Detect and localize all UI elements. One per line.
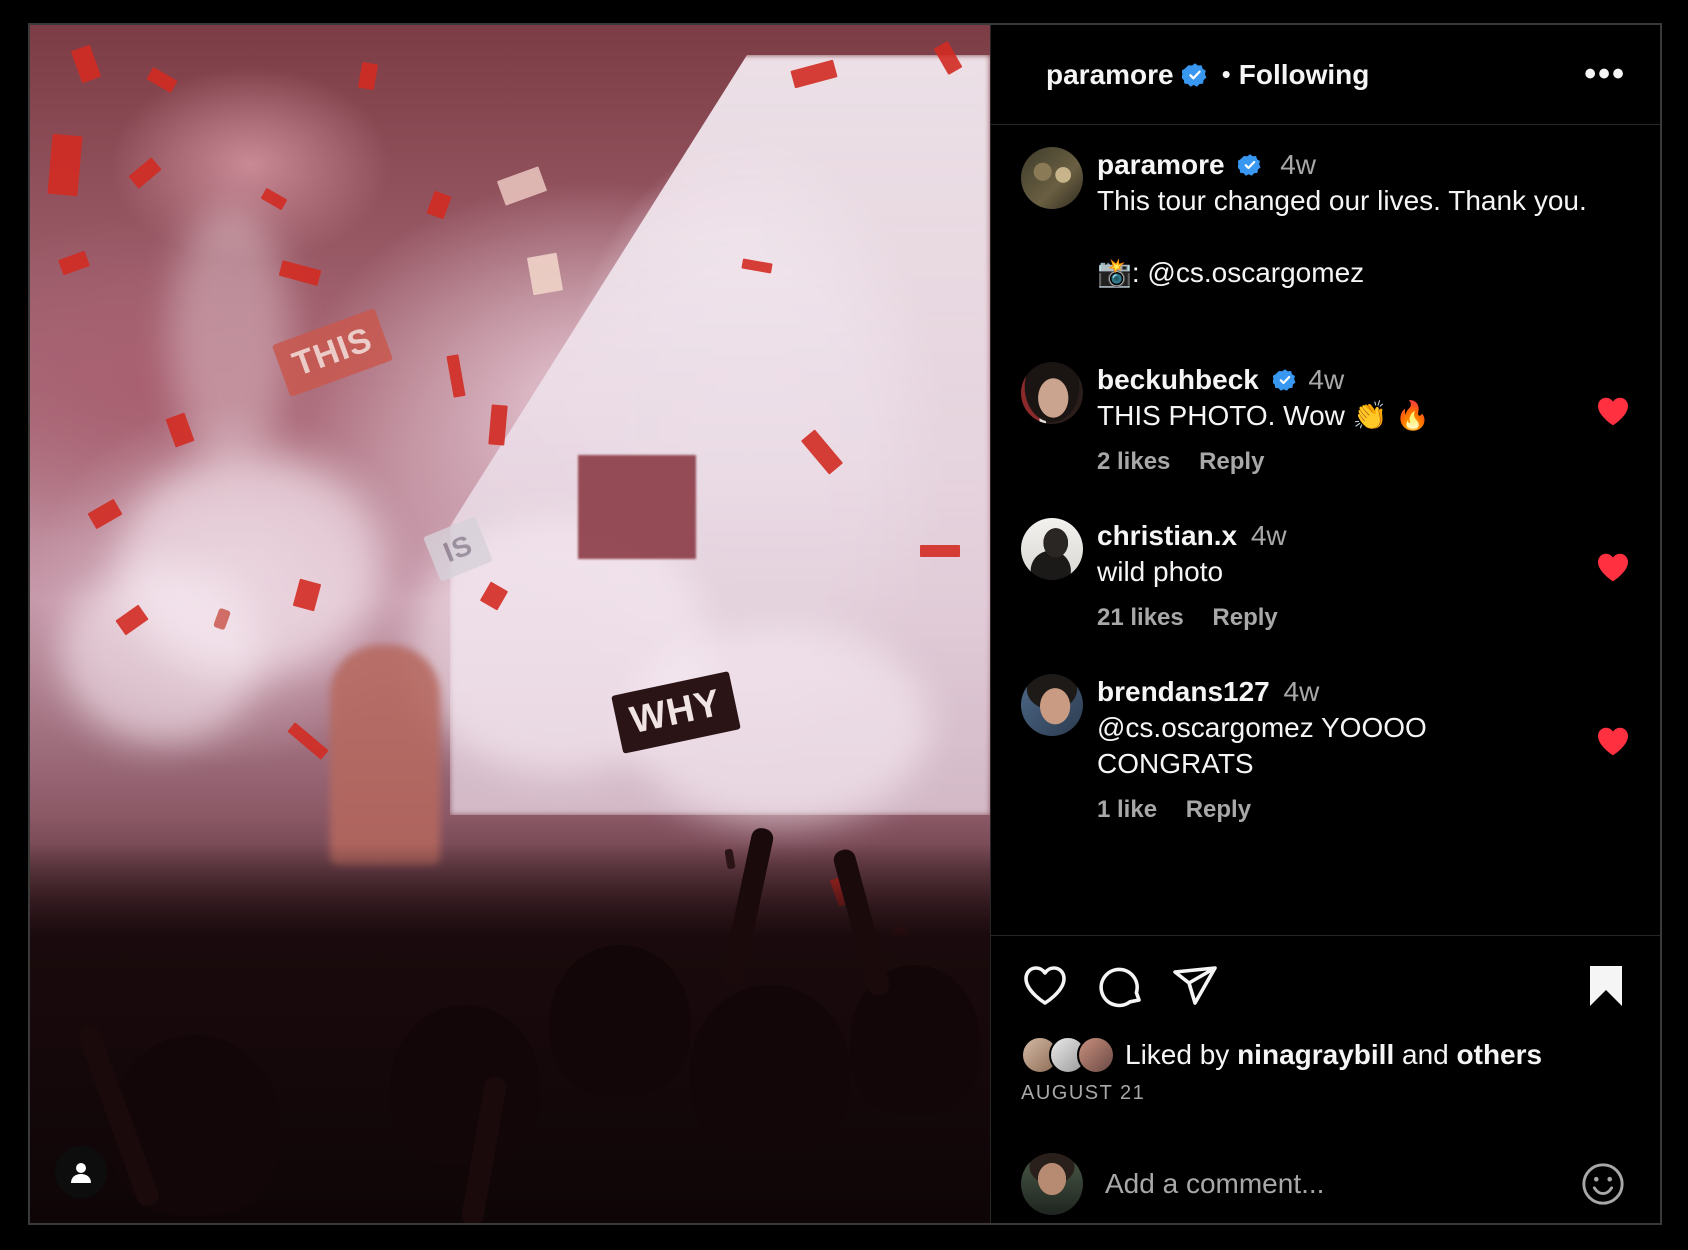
avatar[interactable] <box>1021 518 1083 580</box>
liked-by-and: and <box>1402 1039 1449 1070</box>
comment-bubble-icon[interactable] <box>1097 962 1145 1010</box>
confetti-sign-this: THIS <box>271 307 394 398</box>
post-modal: THIS IS WHY paramore • Following ••• par… <box>28 23 1662 1225</box>
tagged-users-button[interactable] <box>55 1146 107 1198</box>
comment: beckuhbeck 4w THIS PHOTO. Wow 👏 🔥 2 like… <box>1021 362 1632 480</box>
comment: brendans127 4w @cs.oscargomez YOOOO CONG… <box>1021 674 1632 828</box>
confetti <box>920 545 960 557</box>
avatar[interactable] <box>1021 147 1083 209</box>
stage-panel <box>578 455 696 559</box>
reply-button[interactable]: Reply <box>1186 796 1251 823</box>
add-comment-bar <box>991 1145 1660 1223</box>
liked-heart-icon[interactable] <box>1596 726 1630 756</box>
crowd-head <box>390 1005 540 1165</box>
comment: christian.x 4w wild photo 21 likes Reply <box>1021 518 1632 636</box>
verified-badge-icon <box>1238 153 1261 176</box>
confetti <box>426 190 452 220</box>
confetti <box>58 250 90 276</box>
liked-heart-icon[interactable] <box>1596 396 1630 426</box>
comment-likes[interactable]: 2 likes <box>1097 448 1170 475</box>
comment-text: @cs.oscargomez YOOOO CONGRATS <box>1097 712 1427 779</box>
confetti <box>278 260 322 286</box>
comment-likes[interactable]: 1 like <box>1097 796 1157 823</box>
liker-avatar[interactable] <box>1077 1036 1115 1074</box>
liked-by-user[interactable]: ninagraybill <box>1237 1039 1394 1071</box>
caption-text: This tour changed our lives. Thank you. <box>1097 185 1587 216</box>
caption-credit: 📸: @cs.oscargomez <box>1097 257 1365 288</box>
header-separator: • <box>1221 59 1231 89</box>
following-button[interactable]: Following <box>1239 59 1370 91</box>
confetti <box>287 722 329 760</box>
verified-badge-icon <box>1181 62 1206 87</box>
post-date[interactable]: AUGUST 21 <box>1021 1082 1145 1105</box>
current-user-avatar <box>1021 1153 1083 1215</box>
liked-by-others[interactable]: others <box>1457 1039 1543 1071</box>
comment-text: THIS PHOTO. Wow 👏 🔥 <box>1097 400 1431 431</box>
confetti <box>47 133 83 197</box>
confetti <box>146 66 178 94</box>
confetti <box>446 354 466 398</box>
comments-list[interactable]: paramore 4w This tour changed our lives.… <box>991 126 1660 926</box>
performer <box>330 645 440 865</box>
comment-time[interactable]: 4w <box>1251 520 1287 551</box>
post-actions: Liked by ninagraybill and others AUGUST … <box>991 935 1660 1104</box>
liked-by: Liked by ninagraybill and others <box>1021 1036 1542 1074</box>
post-photo[interactable]: THIS IS WHY <box>30 25 990 1223</box>
more-options-button[interactable]: ••• <box>1584 55 1626 94</box>
post-header: paramore • Following ••• <box>991 25 1660 125</box>
comment-time[interactable]: 4w <box>1284 676 1320 707</box>
confetti <box>526 252 564 296</box>
crowd-head <box>550 945 690 1095</box>
liked-by-prefix: Liked by <box>1125 1039 1230 1070</box>
reply-button[interactable]: Reply <box>1212 604 1277 631</box>
comment-likes[interactable]: 21 likes <box>1097 604 1184 631</box>
confetti <box>87 498 123 530</box>
user-icon <box>71 1163 91 1183</box>
comment-username[interactable]: brendans127 <box>1097 676 1270 707</box>
comment-username[interactable]: christian.x <box>1097 520 1237 551</box>
emoji-smile-icon[interactable] <box>1580 1161 1626 1207</box>
crowd-head <box>690 985 850 1155</box>
confetti <box>357 61 379 91</box>
confetti <box>496 166 548 206</box>
smoke <box>60 565 260 745</box>
confetti <box>260 187 288 211</box>
add-comment-input[interactable] <box>1105 1168 1580 1200</box>
caption-username[interactable]: paramore <box>1097 149 1225 180</box>
comment-username[interactable]: beckuhbeck <box>1097 364 1259 395</box>
like-heart-icon[interactable] <box>1021 962 1069 1010</box>
avatar[interactable] <box>1021 362 1083 424</box>
bookmark-saved-icon[interactable] <box>1582 962 1630 1010</box>
verified-badge-icon <box>1272 368 1296 391</box>
share-send-icon[interactable] <box>1171 962 1219 1010</box>
confetti <box>70 44 102 84</box>
comment-text: wild photo <box>1097 556 1224 587</box>
post-side-panel: paramore • Following ••• paramore 4w Thi… <box>990 25 1660 1223</box>
avatar[interactable] <box>1021 674 1083 736</box>
caption-time[interactable]: 4w <box>1280 149 1316 180</box>
header-username[interactable]: paramore <box>1046 59 1174 91</box>
confetti <box>128 157 162 189</box>
liked-heart-icon[interactable] <box>1596 552 1630 582</box>
reply-button[interactable]: Reply <box>1199 448 1264 475</box>
caption: paramore 4w This tour changed our lives.… <box>1021 147 1632 291</box>
comment-time[interactable]: 4w <box>1308 364 1344 395</box>
